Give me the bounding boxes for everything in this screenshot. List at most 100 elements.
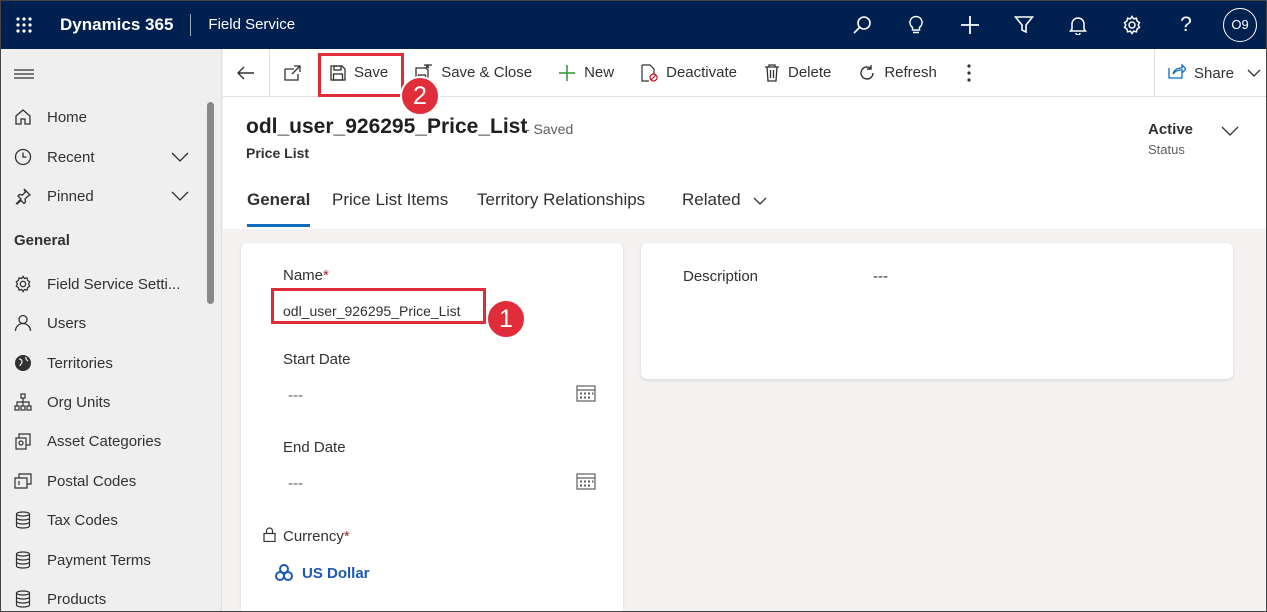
chevron-down-icon[interactable] [171, 149, 189, 166]
sidebar-item-label: Payment Terms [47, 551, 151, 569]
calendar-icon[interactable] [576, 472, 596, 495]
refresh-button[interactable]: Refresh [858, 49, 937, 97]
status-value: Active [1148, 121, 1194, 138]
sidebar-item-recent[interactable]: Recent [0, 139, 205, 175]
record-title: odl_user_926295_Price_List [246, 115, 528, 138]
sidebar-item-label: Recent [47, 148, 95, 166]
sidebar-item-field-service-settings[interactable]: Field Service Setti... [0, 266, 205, 302]
description-input[interactable]: --- [873, 268, 888, 285]
search-icon[interactable] [835, 0, 889, 49]
calendar-icon[interactable] [576, 384, 596, 407]
chevron-down-icon[interactable] [171, 188, 189, 205]
title-divider [190, 13, 192, 36]
deactivate-button[interactable]: Deactivate [640, 49, 737, 97]
back-button[interactable] [223, 49, 269, 97]
record-header: odl_user_926295_Price_List - Saved Price… [223, 97, 1267, 229]
avatar[interactable]: O9 [1223, 7, 1257, 42]
app-launcher-icon[interactable] [0, 0, 48, 49]
sidebar-item-payment-terms[interactable]: Payment Terms [0, 542, 205, 578]
sidebar-item-label: Postal Codes [47, 472, 137, 490]
currency-field-label: Currency* [283, 528, 350, 545]
chevron-down-icon [753, 197, 767, 205]
globe-icon [13, 353, 33, 373]
sidebar-item-label: Territories [47, 354, 113, 372]
sidebar-group-label: General [14, 232, 70, 249]
start-date-input[interactable]: --- [288, 387, 303, 404]
delete-button[interactable]: Delete [764, 49, 831, 97]
share-label: Share [1194, 64, 1235, 82]
sidebar-item-asset-categories[interactable]: Asset Categories [0, 423, 205, 459]
save-and-close-label: Save & Close [441, 64, 533, 81]
sidebar-item-label: Field Service Setti... [47, 275, 181, 293]
help-icon[interactable]: ? [1159, 0, 1213, 49]
org-chart-icon [13, 392, 33, 412]
sidebar-item-home[interactable]: Home [0, 99, 205, 135]
sidebar-item-users[interactable]: Users [0, 305, 205, 341]
step-badge-1: 1 [486, 299, 526, 339]
sidebar-item-pinned[interactable]: Pinned [0, 178, 205, 214]
currency-lookup-link[interactable]: US Dollar [302, 565, 370, 582]
refresh-icon [858, 64, 876, 82]
new-button[interactable]: New [558, 49, 614, 97]
end-date-input[interactable]: --- [288, 475, 303, 492]
sidebar-item-label: Pinned [47, 187, 94, 205]
sidebar-item-label: Home [47, 108, 88, 126]
database-icon [13, 589, 33, 609]
tab-price-list-items[interactable]: Price List Items [332, 190, 448, 210]
sidebar-item-label: Products [47, 590, 107, 608]
lightbulb-icon[interactable] [889, 0, 943, 49]
sidebar-item-territories[interactable]: Territories [0, 345, 205, 381]
plus-icon[interactable] [943, 0, 997, 49]
tab-related-label: Related [682, 190, 741, 209]
more-commands-icon[interactable] [967, 49, 971, 97]
filter-icon[interactable] [997, 0, 1051, 49]
hamburger-menu-icon[interactable] [14, 67, 34, 86]
share-icon [1168, 63, 1187, 83]
lock-icon [263, 527, 276, 547]
sidebar-item-postal-codes[interactable]: Postal Codes [0, 463, 205, 499]
postal-icon [13, 471, 33, 491]
gear-icon[interactable] [1105, 0, 1159, 49]
end-date-label: End Date [283, 439, 346, 456]
highlight-name-field [271, 288, 486, 324]
plus-icon [558, 64, 576, 82]
sidebar-scrollbar[interactable] [207, 102, 214, 304]
share-button[interactable]: Share [1154, 49, 1267, 97]
sidebar-item-label: Users [47, 314, 87, 332]
gear-icon [13, 274, 33, 294]
top-icons: ? O9 [835, 0, 1267, 49]
deactivate-icon [640, 63, 658, 82]
sidebar-item-tax-codes[interactable]: Tax Codes [0, 502, 205, 538]
sidebar-item-label: Org Units [47, 393, 111, 411]
tab-related[interactable]: Related [682, 190, 767, 210]
tab-territory-relationships[interactable]: Territory Relationships [477, 190, 645, 210]
name-field-label: Name* [283, 267, 329, 284]
chevron-down-icon[interactable] [1221, 123, 1239, 141]
sidebar-item-label: Asset Categories [47, 432, 162, 450]
description-card: Description --- [641, 243, 1233, 379]
description-label: Description [683, 268, 759, 285]
top-navigation-bar: Dynamics 365 Field Service ? O9 [0, 0, 1267, 49]
brand-name[interactable]: Dynamics 365 [60, 15, 173, 35]
refresh-label: Refresh [884, 64, 937, 81]
app-name[interactable]: Field Service [208, 16, 295, 33]
database-icon [13, 550, 33, 570]
tab-general[interactable]: General [247, 190, 310, 210]
save-status: - Saved [525, 121, 574, 137]
trash-icon [764, 63, 780, 82]
highlight-save-button [318, 53, 404, 97]
person-icon [13, 313, 33, 333]
sidebar-item-org-units[interactable]: Org Units [0, 384, 205, 420]
bell-icon[interactable] [1051, 0, 1105, 49]
asset-icon [13, 431, 33, 451]
sidebar-item-products[interactable]: Products [0, 581, 205, 612]
sidebar: Home Recent Pinned General Field Service… [0, 49, 222, 612]
new-button-label: New [584, 64, 615, 81]
pin-icon [13, 186, 33, 206]
database-icon [13, 510, 33, 530]
home-icon [13, 107, 33, 127]
status-label: Status [1148, 142, 1185, 157]
sidebar-item-label: Tax Codes [47, 511, 118, 529]
open-in-new-window-button[interactable] [270, 49, 316, 97]
active-tab-indicator [247, 224, 310, 227]
